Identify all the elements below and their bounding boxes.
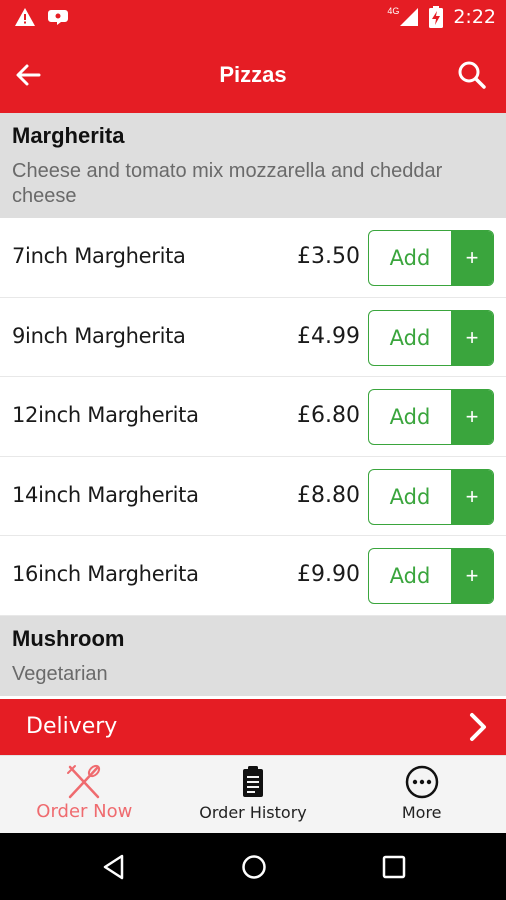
plus-icon[interactable]: + bbox=[451, 469, 493, 524]
plus-icon[interactable]: + bbox=[451, 231, 493, 285]
plus-icon[interactable]: + bbox=[451, 310, 493, 365]
tab-label: More bbox=[401, 803, 442, 822]
menu-item-row: 16inch Margherita £9.90 Add + bbox=[0, 536, 506, 616]
tab-label: Order Now bbox=[36, 801, 133, 822]
more-dots-icon bbox=[405, 765, 438, 799]
menu-item-row: 9inch Margherita £4.99 Add + bbox=[0, 297, 506, 377]
menu-list[interactable]: Margherita Cheese and tomato mix mozzare… bbox=[0, 113, 506, 699]
section-header: Margherita Cheese and tomato mix mozzare… bbox=[0, 113, 506, 218]
section-description: Vegetarian bbox=[12, 662, 108, 685]
system-navigation-bar bbox=[0, 833, 506, 900]
fork-knife-icon bbox=[67, 764, 101, 799]
tab-order-now[interactable]: Order Now bbox=[0, 756, 169, 833]
cast-icon bbox=[48, 10, 68, 25]
tab-label: Order History bbox=[199, 803, 307, 822]
add-button-label[interactable]: Add bbox=[369, 311, 451, 365]
section-name: Mushroom bbox=[12, 625, 125, 651]
add-button-label[interactable]: Add bbox=[369, 470, 451, 524]
recents-square-icon[interactable] bbox=[380, 853, 408, 881]
plus-icon[interactable]: + bbox=[451, 549, 493, 603]
tab-more[interactable]: More bbox=[337, 756, 506, 833]
back-triangle-icon[interactable] bbox=[100, 853, 128, 881]
menu-item-row: 12inch Margherita £6.80 Add + bbox=[0, 377, 506, 457]
search-icon[interactable] bbox=[456, 59, 488, 91]
app-bar: Pizzas bbox=[0, 37, 506, 113]
home-circle-icon[interactable] bbox=[240, 853, 268, 881]
item-label: 7inch Margherita bbox=[12, 244, 186, 268]
item-price: £4.99 bbox=[297, 323, 360, 349]
section-header: Mushroom Vegetarian bbox=[0, 615, 506, 696]
add-button-label[interactable]: Add bbox=[369, 549, 451, 603]
item-label: 9inch Margherita bbox=[12, 323, 186, 348]
status-time: 2:22 bbox=[453, 6, 496, 28]
item-price: £8.80 bbox=[297, 482, 360, 508]
add-button-label[interactable]: Add bbox=[369, 231, 451, 285]
menu-item-row: 14inch Margherita £8.80 Add + bbox=[0, 456, 506, 536]
network-type-label: 4G bbox=[387, 6, 400, 16]
warning-icon bbox=[15, 8, 35, 26]
item-label: 14inch Margherita bbox=[12, 482, 199, 507]
clipboard-icon bbox=[243, 766, 263, 797]
add-button[interactable]: Add + bbox=[368, 309, 494, 366]
menu-item-row: 7inch Margherita £3.50 Add + bbox=[0, 218, 506, 298]
add-button[interactable]: Add + bbox=[368, 389, 494, 445]
status-bar: 4G 2:22 bbox=[0, 0, 506, 37]
item-price: £9.90 bbox=[297, 562, 360, 587]
signal-icon bbox=[400, 8, 419, 26]
add-button[interactable]: Add + bbox=[368, 230, 494, 286]
add-button[interactable]: Add + bbox=[368, 468, 494, 525]
section-description: Cheese and tomato mix mozzarella and che… bbox=[12, 160, 443, 207]
item-label: 16inch Margherita bbox=[12, 562, 199, 586]
page-title: Pizzas bbox=[219, 62, 287, 87]
section-name: Margherita bbox=[12, 123, 125, 148]
tab-order-history[interactable]: Order History bbox=[169, 756, 338, 833]
plus-icon[interactable]: + bbox=[451, 390, 493, 444]
delivery-button[interactable]: Delivery bbox=[0, 699, 506, 755]
delivery-label[interactable]: Delivery bbox=[26, 714, 117, 739]
bottom-navigation: Order Now Order History More bbox=[0, 755, 506, 833]
item-price: £6.80 bbox=[297, 403, 360, 428]
battery-charging-icon bbox=[429, 6, 444, 28]
item-label: 12inch Margherita bbox=[12, 403, 199, 427]
item-price: £3.50 bbox=[297, 244, 360, 269]
chevron-right-icon[interactable] bbox=[468, 712, 488, 742]
add-button-label[interactable]: Add bbox=[369, 390, 451, 444]
add-button[interactable]: Add + bbox=[368, 548, 494, 604]
